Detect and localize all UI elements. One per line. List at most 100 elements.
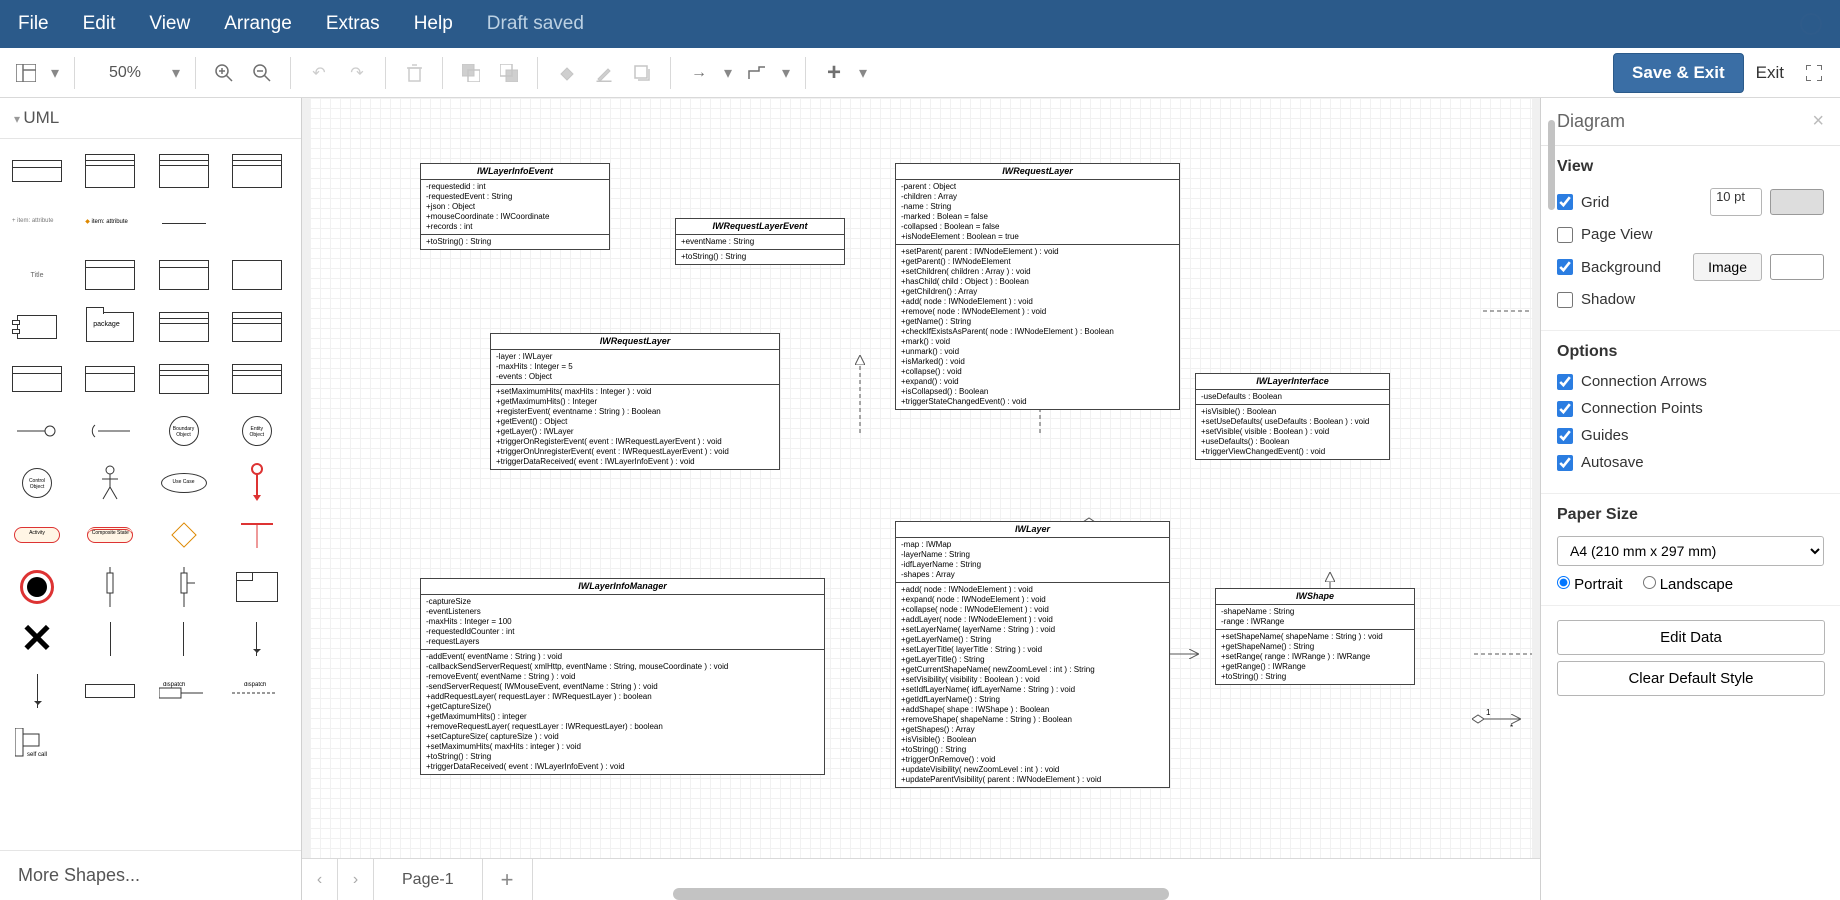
shape-boundary[interactable]: BoundaryObject [153, 409, 215, 453]
shape-title[interactable] [6, 253, 68, 297]
shape-module[interactable] [6, 305, 68, 349]
uml-class[interactable]: IWLayerInfoManager-captureSize-eventList… [420, 578, 825, 775]
bg-image-button[interactable]: Image [1693, 253, 1762, 281]
canvas[interactable]: request1 1* IWLayerInfoEvent-requestedid… [310, 98, 1532, 858]
uml-class[interactable]: IWLayerInterface-useDefaults : Boolean+i… [1195, 373, 1390, 460]
shape-package[interactable]: package [79, 305, 141, 349]
shape-fork[interactable] [226, 513, 288, 557]
shape-bar2[interactable] [153, 565, 215, 609]
to-back-icon[interactable] [491, 55, 527, 91]
shape-table2[interactable] [226, 305, 288, 349]
papersize-select[interactable]: A4 (210 mm x 297 mm) [1557, 536, 1824, 566]
line-color-icon[interactable] [586, 55, 622, 91]
shape-startred[interactable] [226, 461, 288, 505]
edit-data-button[interactable]: Edit Data [1557, 620, 1825, 655]
shadow-checkbox[interactable] [1557, 292, 1573, 308]
menu-file[interactable]: File [18, 13, 49, 35]
pageview-checkbox[interactable] [1557, 227, 1573, 243]
grid-checkbox[interactable] [1557, 194, 1573, 210]
more-shapes[interactable]: More Shapes... [0, 850, 301, 900]
waypoint-icon[interactable] [739, 55, 775, 91]
guides-checkbox[interactable] [1557, 428, 1573, 444]
shape-line2[interactable] [153, 617, 215, 661]
shape-class4[interactable] [226, 149, 288, 193]
conn-arrows-checkbox[interactable] [1557, 374, 1573, 390]
shape-line4[interactable] [6, 669, 68, 713]
menu-view[interactable]: View [149, 13, 190, 35]
add-page[interactable]: + [483, 859, 533, 900]
redo-icon[interactable]: ↷ [339, 55, 375, 91]
shape-cls3[interactable] [153, 357, 215, 401]
shape-line1[interactable] [79, 617, 141, 661]
zoom-menu[interactable]: ▾ [167, 63, 185, 83]
shape-state[interactable]: Composite State [79, 513, 141, 557]
shape-table1[interactable] [153, 305, 215, 349]
uml-class[interactable]: IWLayerInfoEvent-requestedid : int-reque… [420, 163, 610, 250]
grid-color[interactable] [1770, 189, 1824, 215]
uml-class[interactable]: IWLayer-map : IWMap-layerName : String-i… [895, 521, 1170, 788]
shadow-icon[interactable] [624, 55, 660, 91]
delete-icon[interactable] [396, 55, 432, 91]
menu-help[interactable]: Help [414, 13, 453, 35]
menu-arrange[interactable]: Arrange [224, 13, 292, 35]
shape-block1[interactable] [79, 253, 141, 297]
grid-size[interactable]: 10 pt [1710, 188, 1762, 216]
add-icon[interactable]: + [816, 55, 852, 91]
exit-button[interactable]: Exit [1746, 54, 1794, 92]
shape-frame[interactable] [226, 565, 288, 609]
shape-activity[interactable]: Activity [6, 513, 68, 557]
shape-lolli1[interactable] [6, 409, 68, 453]
clear-style-button[interactable]: Clear Default Style [1557, 661, 1825, 696]
shape-block2[interactable] [153, 253, 215, 297]
shape-bar1[interactable] [79, 565, 141, 609]
fullscreen-icon[interactable] [1796, 55, 1832, 91]
landscape-radio[interactable]: Landscape [1643, 576, 1734, 593]
shape-itemattr1[interactable]: + item: attribute [6, 201, 68, 245]
waypoint-menu[interactable]: ▾ [777, 63, 795, 83]
portrait-radio[interactable]: Portrait [1557, 576, 1623, 593]
shape-cls2[interactable] [79, 357, 141, 401]
shape-note1[interactable] [79, 669, 141, 713]
undo-icon[interactable]: ↶ [301, 55, 337, 91]
shape-cls4[interactable] [226, 357, 288, 401]
shape-control[interactable]: ControlObject [6, 461, 68, 505]
shape-entity[interactable]: Entity Object [226, 409, 288, 453]
shape-note2[interactable]: dispatch [153, 669, 215, 713]
zoom-in-icon[interactable] [206, 55, 242, 91]
uml-class[interactable]: IWRequestLayer-layer : IWLayer-maxHits :… [490, 333, 780, 470]
uml-class[interactable]: IWShape-shapeName : String-range : IWRan… [1215, 588, 1415, 685]
shape-line3[interactable] [226, 617, 288, 661]
background-checkbox[interactable] [1557, 259, 1573, 275]
shape-actor[interactable] [79, 461, 141, 505]
menu-edit[interactable]: Edit [83, 13, 116, 35]
uml-class[interactable]: IWRequestLayerEvent+eventName : String+t… [675, 218, 845, 265]
shape-lolli2[interactable] [79, 409, 141, 453]
shape-decision[interactable] [153, 513, 215, 557]
autosave-checkbox[interactable] [1557, 455, 1573, 471]
tabs-next[interactable]: › [338, 859, 374, 900]
shape-selfcall[interactable]: self call [6, 721, 68, 765]
uml-class[interactable]: IWRequestLayer-parent : Object-children … [895, 163, 1180, 410]
shape-block3[interactable] [226, 253, 288, 297]
close-icon[interactable]: × [1812, 110, 1824, 133]
shape-class3[interactable] [153, 149, 215, 193]
shape-destroy[interactable]: ✕ [6, 617, 68, 661]
menu-extras[interactable]: Extras [326, 13, 380, 35]
tab-page-1[interactable]: Page-1 [374, 859, 483, 900]
sidebar-category[interactable]: UML [0, 98, 301, 139]
sidebar-scrollbar[interactable] [1548, 120, 1555, 210]
conn-points-checkbox[interactable] [1557, 401, 1573, 417]
sidebar-toggle-menu[interactable]: ▾ [46, 63, 64, 83]
connection-icon[interactable]: → [681, 55, 717, 91]
bg-color[interactable] [1770, 254, 1824, 280]
shape-cls1[interactable] [6, 357, 68, 401]
to-front-icon[interactable] [453, 55, 489, 91]
canvas-scrollbar[interactable] [673, 888, 1168, 900]
zoom-out-icon[interactable] [244, 55, 280, 91]
shape-divider[interactable] [153, 201, 215, 245]
zoom-level[interactable]: 50% [85, 64, 165, 82]
sidebar-toggle[interactable] [8, 55, 44, 91]
fill-color-icon[interactable] [548, 55, 584, 91]
shape-object[interactable] [6, 149, 68, 193]
connection-menu[interactable]: ▾ [719, 63, 737, 83]
